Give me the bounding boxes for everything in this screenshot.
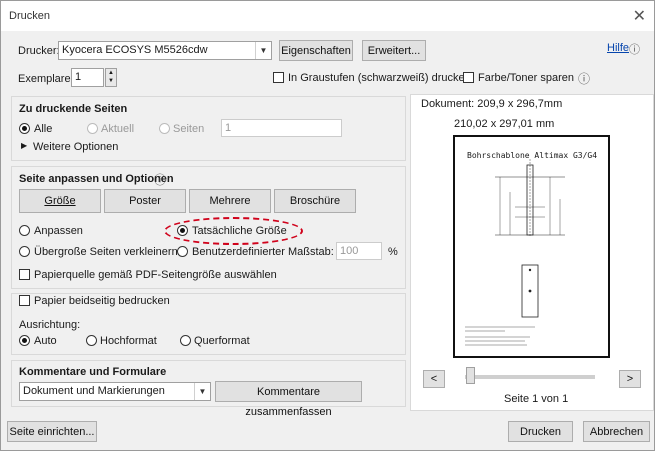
highlight-annotation <box>164 217 303 245</box>
page-range-input[interactable]: 1 <box>221 119 342 137</box>
tab-booklet[interactable]: Broschüre <box>274 189 356 213</box>
page-preview: Bohrschablone Altimax G3/G4 <box>453 135 610 358</box>
page-slider-handle[interactable] <box>466 367 475 384</box>
page-range-value: 1 <box>225 122 232 134</box>
prev-page-button[interactable]: < <box>423 370 445 388</box>
properties-button[interactable]: Eigenschaften <box>279 40 353 61</box>
all-pages-label: Alle <box>34 123 53 135</box>
custom-scale-radio[interactable] <box>177 246 188 257</box>
paper-size: 210,02 x 297,01 mm <box>454 118 555 130</box>
orientation-portrait-radio[interactable] <box>86 335 97 346</box>
orientation-portrait-label: Hochformat <box>100 335 157 347</box>
sizing-section-title: Seite anpassen und Optionen <box>19 173 174 185</box>
ink-save-checkbox[interactable] <box>463 72 474 83</box>
printer-select[interactable]: Kyocera ECOSYS M5526cdw ▼ <box>58 41 272 60</box>
print-button[interactable]: Drucken <box>508 421 573 442</box>
page-indicator: Seite 1 von 1 <box>504 393 569 405</box>
orientation-auto-radio[interactable] <box>19 335 30 346</box>
fit-radio[interactable] <box>19 225 30 236</box>
grayscale-checkbox[interactable] <box>273 72 284 83</box>
advanced-button[interactable]: Erweitert... <box>362 40 426 61</box>
print-dialog: Drucken ✕ Drucker: Kyocera ECOSYS M5526c… <box>0 0 655 451</box>
help-link[interactable]: Hilfe <box>607 42 629 54</box>
paper-source-checkbox[interactable] <box>19 269 30 280</box>
tab-size[interactable]: Größe <box>19 189 101 213</box>
shrink-label: Übergroße Seiten verkleinern <box>34 246 178 258</box>
fit-label: Anpassen <box>34 225 83 237</box>
copies-stepper[interactable]: ▲ ▼ <box>105 68 117 87</box>
page-setup-button[interactable]: Seite einrichten... <box>7 421 97 442</box>
info-icon[interactable]: ⓘ <box>578 70 590 87</box>
custom-scale-label: Benutzerdefinierter Maßstab: <box>192 246 334 258</box>
expand-triangle-icon[interactable]: ▶ <box>21 141 27 150</box>
tab-poster[interactable]: Poster <box>104 189 186 213</box>
cancel-button[interactable]: Abbrechen <box>583 421 650 442</box>
all-pages-radio[interactable] <box>19 123 30 134</box>
chevron-down-icon: ▼ <box>194 383 210 400</box>
page-range-label: Seiten <box>173 123 205 135</box>
comments-select-value: Dokument und Markierungen <box>23 385 165 397</box>
ink-save-label: Farbe/Toner sparen <box>478 72 574 84</box>
dialog-title: Drucken <box>9 10 50 22</box>
comments-section-title: Kommentare und Formulare <box>19 366 167 378</box>
chevron-down-icon: ▼ <box>255 42 271 59</box>
scale-unit: % <box>388 246 398 258</box>
comments-select[interactable]: Dokument und Markierungen ▼ <box>19 382 211 401</box>
paper-source-label: Papierquelle gemäß PDF-Seitengröße auswä… <box>34 269 277 281</box>
duplex-label: Papier beidseitig bedrucken <box>34 295 170 307</box>
current-page-label: Aktuell <box>101 123 135 135</box>
copies-value: 1 <box>75 71 82 83</box>
scale-value: 100 <box>340 245 359 257</box>
copies-input[interactable]: 1 <box>71 68 104 87</box>
document-size: Dokument: 209,9 x 296,7mm <box>421 98 563 110</box>
orientation-label: Ausrichtung: <box>19 319 81 331</box>
copies-label: Exemplare: <box>18 73 74 85</box>
drawing-icon <box>465 159 565 346</box>
orientation-landscape-radio[interactable] <box>180 335 191 346</box>
title-bar: Drucken ✕ <box>1 1 654 31</box>
page-slider-track[interactable] <box>465 375 595 379</box>
current-page-radio[interactable] <box>87 123 98 134</box>
shrink-radio[interactable] <box>19 246 30 257</box>
pages-section-title: Zu druckende Seiten <box>19 103 128 115</box>
printer-select-value: Kyocera ECOSYS M5526cdw <box>62 44 208 56</box>
tab-size-label: Größe <box>44 195 76 207</box>
more-options-link[interactable]: Weitere Optionen <box>33 141 118 153</box>
tab-multiple[interactable]: Mehrere <box>189 189 271 213</box>
grayscale-label: In Graustufen (schwarzweiß) drucken <box>288 72 471 84</box>
printer-label: Drucker: <box>18 45 60 57</box>
sizing-info-icon[interactable]: ⓘ <box>154 171 166 188</box>
summarize-comments-button[interactable]: Kommentare zusammenfassen <box>215 381 362 418</box>
close-icon[interactable]: ✕ <box>633 6 646 26</box>
help-icon[interactable]: ⓘ <box>629 41 640 57</box>
duplex-checkbox[interactable] <box>19 295 30 306</box>
next-page-button[interactable]: > <box>619 370 641 388</box>
page-range-radio[interactable] <box>159 123 170 134</box>
orientation-landscape-label: Querformat <box>194 335 250 347</box>
scale-input[interactable]: 100 <box>336 242 382 260</box>
orientation-auto-label: Auto <box>34 335 57 347</box>
